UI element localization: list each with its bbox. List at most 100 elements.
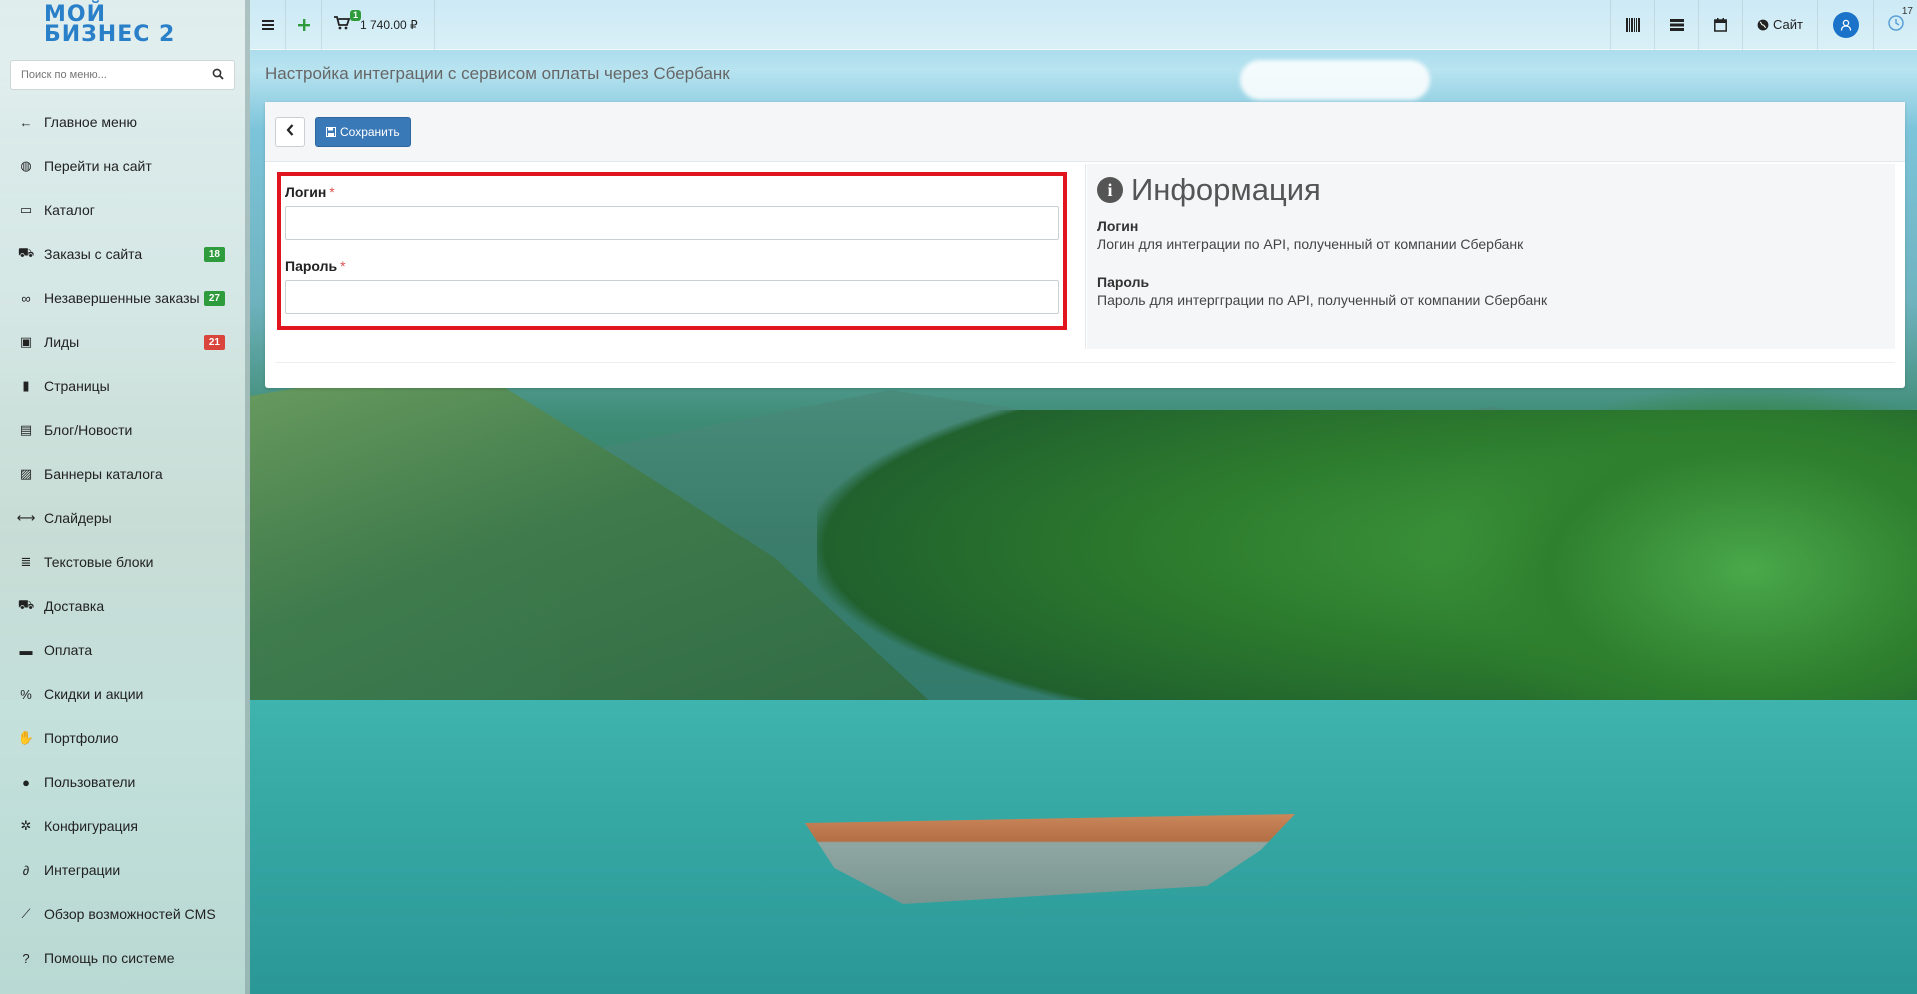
sidebar-item[interactable]: ▤ Блог/Новости xyxy=(0,408,245,452)
login-input[interactable] xyxy=(285,206,1059,240)
sidebar-item-label: Оплата xyxy=(44,642,93,658)
chart-line-icon: ⟋ xyxy=(21,906,31,921)
panel-toolbar: Сохранить xyxy=(265,102,1905,162)
sidebar-item[interactable]: ⛟ Доставка xyxy=(0,584,245,628)
required-mark: * xyxy=(340,258,346,274)
image-icon: ▨ xyxy=(19,466,33,481)
sidebar-item[interactable]: ● Пользователи xyxy=(0,760,245,804)
chevron-left-icon xyxy=(286,124,294,139)
save-label: Сохранить xyxy=(340,124,400,139)
truck-icon: ⛟ xyxy=(17,597,35,612)
plus-icon[interactable] xyxy=(286,0,322,50)
paperclip-icon: ∂ xyxy=(22,862,30,878)
sidebar-item[interactable]: ▬ Оплата xyxy=(0,628,245,672)
sidebar-item-label: Блог/Новости xyxy=(44,422,133,438)
sidebar-item-label: Незавершенные заказы xyxy=(44,290,200,306)
settings-panel: Сохранить Логин * Пароль * i Информация Ло… xyxy=(265,102,1905,388)
info-login-heading: Логин xyxy=(1097,218,1139,234)
globe-icon xyxy=(1757,19,1769,31)
info-login-text: Логин для интеграции по API, полученный … xyxy=(1097,236,1524,252)
newspaper-icon: ▤ xyxy=(19,422,33,437)
sidebar-item[interactable]: % Скидки и акции xyxy=(0,672,245,716)
sidebar-item[interactable]: ⛟ Заказы с сайта 18 xyxy=(0,232,245,276)
page-title: Настройка интеграции с сервисом оплаты ч… xyxy=(265,64,730,83)
divider xyxy=(1085,164,1086,349)
sidebar-item-label: Конфигурация xyxy=(44,818,138,834)
sidebar-item-label: Перейти на сайт xyxy=(44,158,152,174)
barcode-icon[interactable] xyxy=(1610,0,1654,50)
cog-icon: ✲ xyxy=(20,818,32,833)
site-label: Сайт xyxy=(1773,17,1803,32)
arrows-h-icon: ⟷ xyxy=(16,510,36,525)
sidebar: МОЙ БИЗНЕС 2 ← Главное меню ◍ Перейти на са… xyxy=(0,0,250,994)
panel-divider xyxy=(275,362,1895,363)
globe-icon: ◍ xyxy=(20,158,32,173)
percent-icon: % xyxy=(20,686,32,702)
info-title-text: Информация xyxy=(1131,172,1321,207)
sidebar-item[interactable]: ▮ Страницы xyxy=(0,364,245,408)
user-icon: ● xyxy=(22,774,30,790)
info-box: i Информация Логин Логин для интеграции … xyxy=(1087,164,1895,349)
menu-search-input[interactable] xyxy=(21,69,212,81)
sidebar-item-label: Каталог xyxy=(44,202,95,218)
cart-icon: ⛟ xyxy=(17,245,35,260)
sidebar-item-label: Портфолио xyxy=(44,730,119,746)
cart-icon xyxy=(334,16,351,33)
sidebar-item[interactable]: ✋ Портфолио xyxy=(0,716,245,760)
list-icon[interactable] xyxy=(1654,0,1698,50)
notifications-button[interactable]: 17 xyxy=(1873,0,1917,50)
sidebar-item-label: Доставка xyxy=(44,598,105,614)
bars-icon[interactable] xyxy=(250,0,286,50)
notifications-count: 17 xyxy=(1901,5,1913,17)
required-mark: * xyxy=(329,184,335,200)
sidebar-item[interactable]: ◍ Перейти на сайт xyxy=(0,144,245,188)
sidebar-item-label: Пользователи xyxy=(44,774,136,790)
sidebar-item[interactable]: ≣ Текстовые блоки xyxy=(0,540,245,584)
sidebar-item-label: Интеграции xyxy=(44,862,121,878)
sidebar-item[interactable]: ▭ Каталог xyxy=(0,188,245,232)
topbar: 1 1 740.00 ₽ Сайт 17 xyxy=(250,0,1917,50)
info-password-heading: Пароль xyxy=(1097,274,1150,290)
sidebar-item[interactable]: ∞ Незавершенные заказы 27 xyxy=(0,276,245,320)
arrow-left-icon: ← xyxy=(19,114,33,130)
credentials-form: Логин * Пароль * xyxy=(277,172,1067,330)
count-badge: 18 xyxy=(203,246,225,262)
sidebar-menu: ← Главное меню ◍ Перейти на сайт ▭ Каталог ⛟ За… xyxy=(0,100,245,980)
save-button[interactable]: Сохранить xyxy=(315,116,411,147)
history-icon xyxy=(1887,14,1905,35)
sidebar-item[interactable]: ▨ Баннеры каталога xyxy=(0,452,245,496)
site-link[interactable]: Сайт xyxy=(1742,0,1817,50)
link-icon: ∞ xyxy=(21,290,31,306)
sidebar-item[interactable]: ✲ Конфигурация xyxy=(0,804,245,848)
sidebar-item[interactable]: ▣ Лиды 21 xyxy=(0,320,245,364)
file-text-icon: ≣ xyxy=(20,554,32,569)
credit-card-icon: ▬ xyxy=(19,642,33,658)
calendar-icon[interactable] xyxy=(1698,0,1742,50)
sidebar-item[interactable]: ? Помощь по системе xyxy=(0,936,245,980)
sidebar-item-label: Обзор возможностей CMS xyxy=(44,906,216,922)
user-menu[interactable] xyxy=(1817,0,1873,50)
sidebar-item-label: Страницы xyxy=(44,378,110,394)
search-icon[interactable] xyxy=(212,67,224,83)
sidebar-item-label: Текстовые блоки xyxy=(44,554,154,570)
cart-button[interactable]: 1 1 740.00 ₽ xyxy=(322,0,435,50)
sidebar-item[interactable]: ∂ Интеграции xyxy=(0,848,245,892)
floppy-icon xyxy=(326,126,336,137)
password-label: Пароль * xyxy=(285,258,1059,274)
count-badge: 21 xyxy=(203,334,225,350)
sidebar-item[interactable]: ← Главное меню xyxy=(0,100,245,144)
question-icon: ? xyxy=(22,950,30,966)
password-input[interactable] xyxy=(285,280,1059,314)
sidebar-item-label: Лиды xyxy=(44,334,80,350)
file-icon: ▮ xyxy=(22,378,30,393)
logo[interactable]: МОЙ БИЗНЕС 2 xyxy=(0,0,245,50)
info-icon: i xyxy=(1097,177,1123,203)
back-button[interactable] xyxy=(275,116,305,147)
cart-total: 1 740.00 ₽ xyxy=(360,17,418,32)
sidebar-item[interactable]: ⟷ Слайдеры xyxy=(0,496,245,540)
info-password-text: Пароль для интергграции по API, полученн… xyxy=(1097,292,1548,308)
info-title: i Информация xyxy=(1097,172,1885,208)
folder-icon: ▭ xyxy=(19,202,33,217)
cart-count-badge: 1 xyxy=(350,9,362,21)
sidebar-item[interactable]: ⟋ Обзор возможностей CMS xyxy=(0,892,245,936)
